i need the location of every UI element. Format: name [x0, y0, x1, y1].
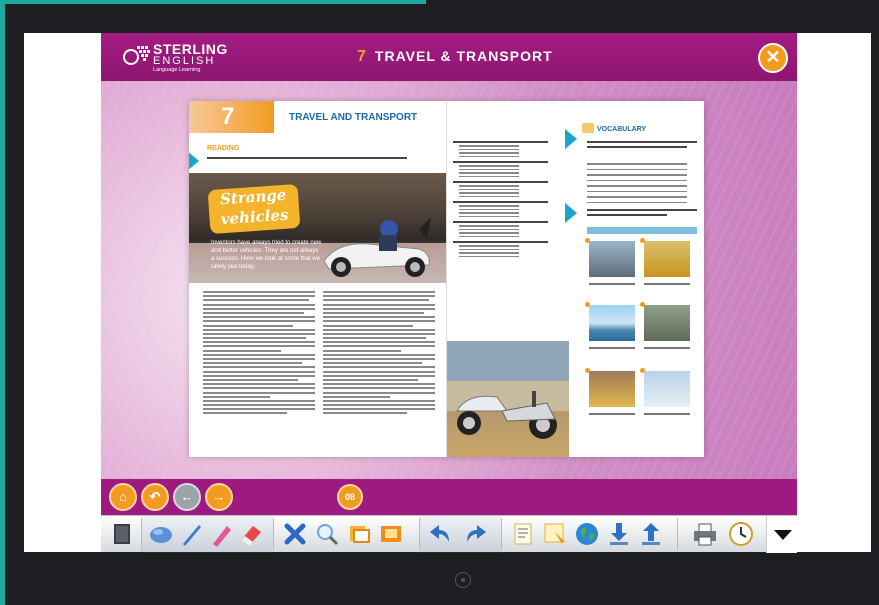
clear-icon[interactable] [281, 520, 309, 548]
pen-icon[interactable] [177, 520, 205, 548]
spotlight-icon[interactable] [377, 520, 405, 548]
download-icon[interactable] [605, 520, 633, 548]
upload-icon[interactable] [637, 520, 665, 548]
page-number-badge[interactable]: 08 [337, 484, 363, 510]
motorbike-photo [447, 341, 569, 457]
toolbar-more-dropdown[interactable] [766, 516, 797, 553]
vocab-picture-3 [589, 305, 635, 341]
picture-caption [644, 413, 690, 415]
vocab-picture-2 [644, 241, 690, 277]
motorbike-sidecar-icon [447, 341, 569, 439]
picture-number-dot [640, 302, 645, 307]
exercise-arrow-icon[interactable] [189, 151, 199, 171]
vocab-picture-4 [644, 305, 690, 341]
feature-caption: Inventors have always tried to create ne… [211, 240, 322, 270]
picture-caption [644, 283, 690, 285]
unit-header-title: 7 TRAVEL & TRANSPORT [357, 48, 553, 66]
picture-caption [644, 347, 690, 349]
rectangle-icon[interactable] [345, 520, 373, 548]
vocab-picture-6 [644, 371, 690, 407]
globe-icon[interactable] [573, 520, 601, 548]
unit-badge-number: 7 [221, 103, 235, 130]
back-button[interactable]: ↶ [141, 483, 169, 511]
right-page: VOCABULARY [447, 101, 704, 457]
book-spread: 7 TRAVEL AND TRANSPORT READING Strange v… [189, 101, 704, 457]
unit-title: TRAVEL & TRANSPORT [374, 48, 553, 64]
unit-number: 7 [357, 48, 367, 65]
picture-number-dot [640, 238, 645, 243]
picture-caption [589, 413, 635, 415]
left-page: 7 TRAVEL AND TRANSPORT READING Strange v… [189, 101, 446, 457]
vocab-word-list [587, 163, 687, 207]
toolbar-separator [273, 518, 274, 550]
logo-line-3: Language Learning [153, 67, 201, 73]
undo-icon[interactable] [427, 520, 455, 548]
window-edge-left [0, 0, 5, 605]
vocab-instruction [587, 141, 697, 143]
logo-line-2: ENGLISH [153, 55, 216, 67]
vocab-picture-1 [589, 241, 635, 277]
home-button[interactable]: ⌂ [109, 483, 137, 511]
unit-badge: 7 [189, 101, 274, 133]
book-icon[interactable] [109, 520, 137, 548]
logo-mark-icon [123, 46, 150, 65]
close-button[interactable]: ✕ [758, 43, 788, 73]
vocab-instruction [587, 214, 667, 216]
zoom-icon[interactable] [313, 520, 341, 548]
note-icon[interactable] [509, 520, 537, 548]
picture-number-dot [585, 238, 590, 243]
picture-caption [589, 347, 635, 349]
instruction-line [207, 157, 407, 159]
page-unit-title: TRAVEL AND TRANSPORT [289, 112, 418, 123]
picture-caption [589, 283, 635, 285]
picture-number-dot [585, 302, 590, 307]
highlighter-icon[interactable] [207, 520, 235, 548]
picture-number-dot [585, 368, 590, 373]
clock-icon[interactable] [727, 520, 755, 548]
toolbar-separator [141, 518, 142, 550]
bike-photo: Strange vehicles Inventors have always t… [189, 173, 446, 283]
exercise-arrow-icon[interactable] [565, 129, 577, 149]
vocab-instruction [587, 209, 697, 211]
print-icon[interactable] [691, 520, 719, 548]
picture-number-dot [640, 368, 645, 373]
vocabulary-icon [582, 123, 594, 133]
toolbar-separator [501, 518, 502, 550]
exercise-arrow-icon[interactable] [565, 203, 577, 223]
feature-title-badge: Strange vehicles [207, 183, 301, 235]
annotation-toolbar [101, 515, 797, 553]
pointer-icon[interactable] [541, 520, 569, 548]
toolbar-separator [419, 518, 420, 550]
app-header: STERLING ENGLISH Language Learning 7 TRAV… [101, 33, 797, 81]
redo-icon[interactable] [461, 520, 489, 548]
vocab-instruction [587, 146, 687, 148]
article-column-1 [203, 291, 315, 417]
vehicle-illustration-icon [323, 217, 431, 277]
article-column-2 [323, 291, 435, 417]
mouse-icon[interactable] [147, 520, 175, 548]
window-edge [0, 0, 426, 4]
next-page-button[interactable]: → [205, 483, 233, 511]
previous-page-button[interactable]: ← [173, 483, 201, 511]
word-bank [587, 227, 697, 234]
reading-heading: READING [207, 145, 240, 152]
vocab-picture-5 [589, 371, 635, 407]
device-home-button[interactable] [455, 572, 471, 588]
sterling-logo: STERLING ENGLISH Language Learning [123, 40, 243, 76]
vocabulary-heading: VOCABULARY [597, 126, 647, 133]
comprehension-questions [453, 137, 553, 257]
eraser-icon[interactable] [237, 520, 265, 548]
toolbar-separator [677, 518, 678, 550]
